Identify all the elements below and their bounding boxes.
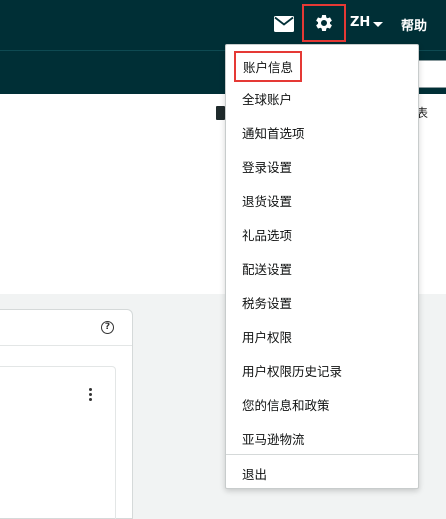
language-selector[interactable]: ZH	[350, 15, 370, 30]
gear-icon	[316, 14, 332, 31]
menu-item-login-settings[interactable]: 登录设置	[242, 157, 292, 176]
help-link[interactable]: 帮助	[401, 15, 427, 34]
inner-card	[0, 366, 116, 519]
menu-item-account-info[interactable]: 账户信息	[234, 51, 303, 82]
menu-item-user-permissions-history[interactable]: 用户权限历史记录	[242, 361, 342, 380]
menu-item-tax-settings[interactable]: 税务设置	[242, 293, 292, 312]
settings-dropdown-menu: 账户信息 全球账户 通知首选项 登录设置 退货设置 礼品选项 配送设置 税务设置…	[225, 44, 419, 489]
menu-item-global-accounts[interactable]: 全球账户	[242, 89, 292, 108]
top-navigation-bar: ZH 帮助	[0, 0, 446, 50]
menu-item-logout[interactable]: 退出	[242, 464, 267, 483]
caret-down-icon[interactable]	[373, 22, 383, 27]
dashboard-card: ?	[0, 309, 133, 519]
menu-divider	[226, 454, 418, 455]
mail-icon[interactable]	[274, 16, 294, 32]
card-header: ?	[0, 310, 132, 346]
menu-item-shipping-settings[interactable]: 配送设置	[242, 259, 292, 278]
menu-item-return-settings[interactable]: 退货设置	[242, 191, 292, 210]
menu-item-info-and-policies[interactable]: 您的信息和政策	[242, 395, 330, 414]
menu-item-fulfillment-by-amazon[interactable]: 亚马逊物流	[242, 429, 305, 448]
menu-item-notification-preferences[interactable]: 通知首选项	[242, 123, 305, 142]
book-icon	[216, 106, 225, 120]
help-circle-icon[interactable]: ?	[101, 321, 114, 334]
menu-item-gift-options[interactable]: 礼品选项	[242, 225, 292, 244]
menu-item-user-permissions[interactable]: 用户权限	[242, 327, 292, 346]
settings-button[interactable]	[302, 4, 346, 42]
kebab-menu-icon[interactable]	[87, 388, 93, 402]
